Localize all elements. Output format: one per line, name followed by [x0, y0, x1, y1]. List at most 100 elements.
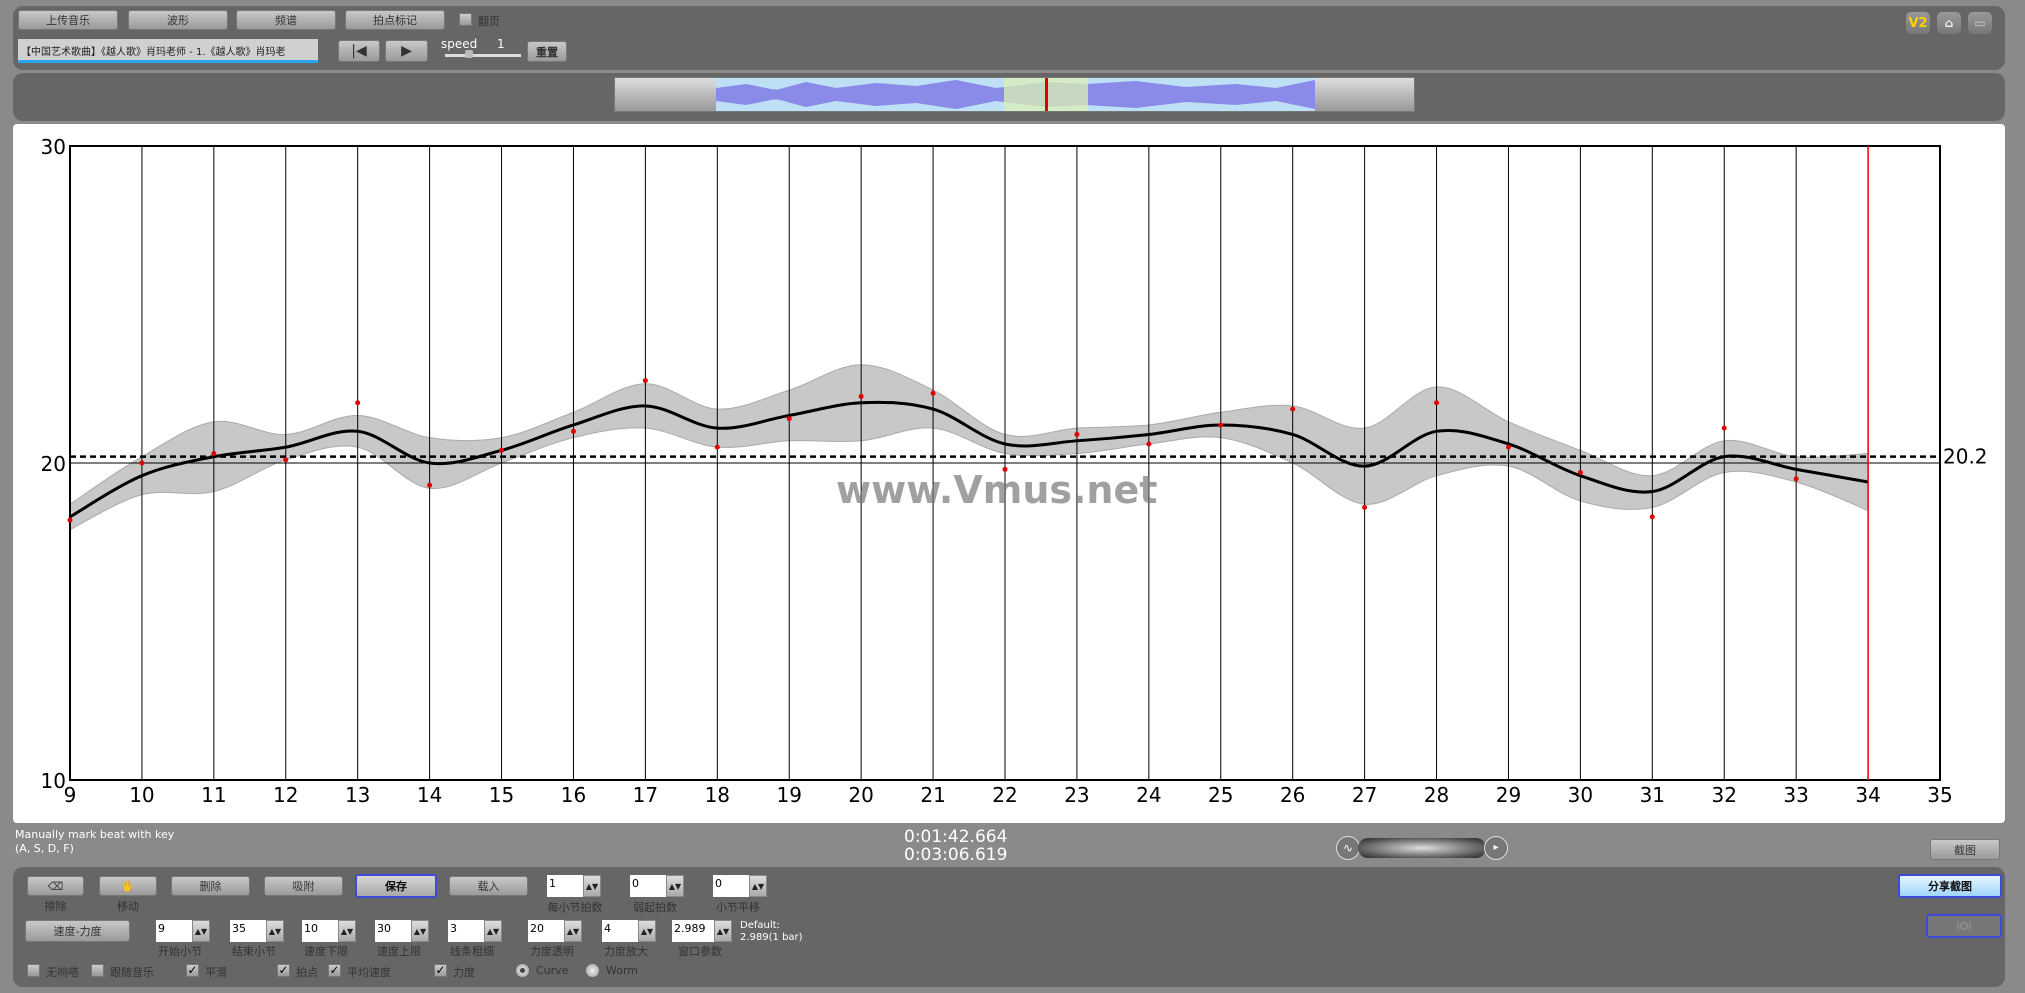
move-button[interactable]: ✋ — [99, 876, 157, 896]
beat-mark-button[interactable]: 拍点标记 — [345, 10, 445, 30]
speed-slider[interactable] — [445, 50, 521, 58]
tempo-max-input[interactable]: 30 — [375, 920, 411, 942]
start-bar-input[interactable]: 9 — [156, 920, 192, 942]
pickup-beats-input[interactable]: 0 — [630, 875, 666, 897]
stepper-arrows[interactable]: ▲▼ — [411, 920, 429, 942]
bar-shift-input[interactable]: 0 — [713, 875, 749, 897]
x-tick-label: 17 — [633, 783, 658, 807]
tempo-max-stepper[interactable]: 30 ▲▼ — [375, 920, 429, 942]
dynamics-checkbox[interactable]: ✓ — [434, 964, 447, 977]
song-title-field[interactable]: 【中国艺术歌曲】《越人歌》肖玛老师 - 1.《越人歌》肖玛老 — [18, 39, 318, 63]
waveform-button[interactable]: 波形 — [128, 10, 228, 30]
play-icon: ▶ — [401, 43, 412, 59]
x-tick-label: 12 — [273, 783, 298, 807]
load-button[interactable]: 载入 — [449, 876, 528, 896]
stepper-arrows[interactable]: ▲▼ — [192, 920, 210, 942]
x-tick-label: 33 — [1783, 783, 1808, 807]
x-tick-label: 20 — [848, 783, 873, 807]
end-bar-label: 结束小节 — [232, 945, 276, 958]
speed-slider-thumb[interactable] — [465, 50, 473, 58]
stepper-arrows[interactable]: ▲▼ — [338, 920, 356, 942]
beat-point — [355, 400, 361, 406]
window-param-stepper[interactable]: 2.989 ▲▼ — [672, 920, 732, 942]
upload-music-button[interactable]: 上传音乐 — [18, 10, 118, 30]
snap-button[interactable]: 吸附 — [264, 876, 343, 896]
x-tick-label: 24 — [1136, 783, 1161, 807]
mix-slider-track[interactable] — [1358, 838, 1486, 858]
line-width-label: 线条粗细 — [450, 945, 494, 958]
eraser-icon: ⌫ — [47, 879, 64, 893]
page-turn-label: 翻页 — [478, 15, 500, 28]
dyn-opacity-stepper[interactable]: 20 ▲▼ — [528, 920, 582, 942]
x-tick-label: 30 — [1568, 783, 1593, 807]
stepper-arrows[interactable]: ▲▼ — [749, 875, 767, 897]
end-bar-stepper[interactable]: 35 ▲▼ — [230, 920, 284, 942]
delete-button[interactable]: 删除 — [171, 876, 250, 896]
playhead-marker[interactable] — [1045, 78, 1048, 111]
tempo-min-stepper[interactable]: 10 ▲▼ — [302, 920, 356, 942]
beats-per-bar-stepper[interactable]: 1 ▲▼ — [547, 875, 601, 897]
fullscreen-icon[interactable]: ▭ — [1968, 12, 1992, 34]
beat-point — [1218, 422, 1224, 428]
volume-slider[interactable]: ∿ ▸ — [1336, 836, 1508, 860]
beat-point — [714, 444, 720, 450]
beats-per-bar-input[interactable]: 1 — [547, 875, 583, 897]
default-line-2: 2.989(1 bar) — [740, 932, 803, 943]
stepper-arrows[interactable]: ▲▼ — [266, 920, 284, 942]
avg-tempo-checkbox[interactable]: ✓ — [328, 964, 341, 977]
ioi-button[interactable]: IOI — [1926, 914, 2002, 938]
pickup-beats-stepper[interactable]: 0 ▲▼ — [630, 875, 684, 897]
home-icon[interactable]: ⌂ — [1937, 12, 1961, 34]
beat-point — [139, 460, 145, 466]
play-button[interactable]: ▶ — [385, 40, 428, 62]
smooth-checkbox[interactable]: ✓ — [186, 964, 199, 977]
spectrum-button[interactable]: 频谱 — [236, 10, 336, 30]
default-line-1: Default: — [740, 920, 780, 931]
tempo-dynamics-button[interactable]: 速度-力度 — [25, 920, 130, 942]
stepper-arrows[interactable]: ▲▼ — [484, 920, 502, 942]
tempo-max-label: 速度上限 — [377, 945, 421, 958]
dyn-scale-input[interactable]: 4 — [602, 920, 638, 942]
stepper-arrows[interactable]: ▲▼ — [638, 920, 656, 942]
stepper-arrows[interactable]: ▲▼ — [714, 920, 732, 942]
window-param-input[interactable]: 2.989 — [672, 920, 714, 942]
hand-icon: ✋ — [121, 879, 135, 893]
start-bar-stepper[interactable]: 9 ▲▼ — [156, 920, 210, 942]
screenshot-button[interactable]: 截图 — [1930, 839, 2000, 860]
stepper-arrows[interactable]: ▲▼ — [564, 920, 582, 942]
beat-point — [67, 517, 73, 523]
beat-point — [930, 390, 936, 396]
curve-radio[interactable] — [516, 964, 529, 977]
end-bar-input[interactable]: 35 — [230, 920, 266, 942]
watermark: www.Vmus.net — [836, 468, 1158, 512]
waveform-overview[interactable] — [614, 77, 1415, 112]
x-tick-label: 26 — [1280, 783, 1305, 807]
beat-point — [570, 428, 576, 434]
reset-button[interactable]: 重置 — [527, 41, 567, 62]
beat-point — [1074, 431, 1080, 437]
smooth-label: 平滑 — [205, 966, 227, 979]
line-width-input[interactable]: 3 — [448, 920, 484, 942]
hint-line-2: (A, S, D, F) — [15, 842, 74, 855]
stepper-arrows[interactable]: ▲▼ — [666, 875, 684, 897]
bar-shift-stepper[interactable]: 0 ▲▼ — [713, 875, 767, 897]
dyn-opacity-input[interactable]: 20 — [528, 920, 564, 942]
line-width-stepper[interactable]: 3 ▲▼ — [448, 920, 502, 942]
no-click-checkbox[interactable] — [27, 964, 40, 977]
tempo-min-input[interactable]: 10 — [302, 920, 338, 942]
version-badge[interactable]: V2 — [1906, 12, 1930, 34]
beats-per-bar-label: 每小节拍数 — [547, 901, 603, 914]
worm-radio[interactable] — [586, 964, 599, 977]
waveform-mode-icon[interactable]: ∿ — [1336, 836, 1360, 860]
share-screenshot-button[interactable]: 分享截图 — [1898, 874, 2002, 898]
rewind-button[interactable]: |◀ — [338, 40, 380, 62]
erase-button[interactable]: ⌫ — [27, 876, 84, 896]
page-turn-checkbox[interactable] — [459, 13, 472, 26]
beat-points-checkbox[interactable]: ✓ — [277, 964, 290, 977]
save-button[interactable]: 保存 — [355, 874, 437, 898]
stepper-arrows[interactable]: ▲▼ — [583, 875, 601, 897]
audio-mode-icon[interactable]: ▸ — [1484, 836, 1508, 860]
beat-point — [1362, 504, 1368, 510]
dyn-scale-stepper[interactable]: 4 ▲▼ — [602, 920, 656, 942]
follow-music-checkbox[interactable] — [91, 964, 104, 977]
